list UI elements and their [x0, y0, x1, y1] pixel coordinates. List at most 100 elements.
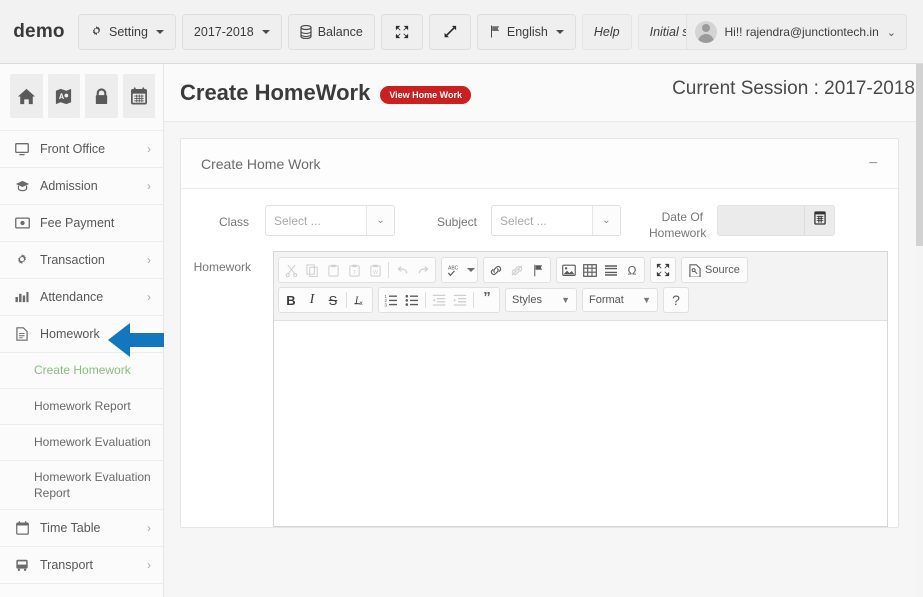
chevron-right-icon: ›: [147, 179, 151, 193]
bulleted-list-icon[interactable]: [402, 290, 422, 310]
panel-collapse-button[interactable]: −: [867, 155, 880, 172]
chevron-down-icon[interactable]: [467, 268, 475, 273]
insert-group: Ω: [556, 257, 645, 284]
homework-label: Homework: [193, 260, 251, 275]
quick-icon-calendar[interactable]: [122, 74, 155, 118]
database-icon: [300, 24, 312, 39]
image-icon[interactable]: [559, 260, 579, 280]
fullscreen-button[interactable]: [428, 13, 471, 50]
sidebar-item-label: Admission: [40, 179, 98, 193]
collapse-sidebar-button[interactable]: [380, 13, 423, 50]
unlink-icon[interactable]: [507, 260, 527, 280]
sidebar-item-transaction[interactable]: Transaction ›: [0, 242, 163, 279]
lock-icon: [93, 87, 110, 106]
editor-help-icon[interactable]: ?: [666, 290, 686, 310]
chevron-down-icon: [555, 29, 564, 34]
sidebar-item-homework[interactable]: Homework: [0, 316, 163, 353]
anchor-icon[interactable]: [528, 260, 548, 280]
svg-text:T: T: [352, 270, 356, 276]
date-picker-button[interactable]: [804, 206, 834, 235]
chevron-down-icon: ⌄: [886, 26, 896, 39]
paste-text-icon[interactable]: T: [344, 260, 364, 280]
remove-format-icon[interactable]: Ix: [350, 290, 370, 310]
source-group: Source: [681, 257, 748, 284]
session-year-button[interactable]: 2017-2018: [181, 13, 282, 50]
help-button[interactable]: Help: [581, 13, 632, 50]
page-header: Create HomeWork View Home Work Current S…: [164, 64, 923, 122]
date-of-homework-field[interactable]: [717, 205, 835, 236]
user-menu[interactable]: Hi!! rajendra@junctiontech.in ⌄: [685, 14, 907, 50]
editor-content-area[interactable]: [274, 321, 887, 527]
page-scrollbar[interactable]: [916, 64, 923, 597]
sidebar-item-transport[interactable]: Transport ›: [0, 547, 163, 585]
sidebar-item-admission[interactable]: Admission ›: [0, 168, 163, 205]
calendar-icon: [813, 211, 826, 230]
svg-text:x: x: [360, 301, 364, 308]
special-char-icon[interactable]: Ω: [622, 260, 642, 280]
numbered-list-icon[interactable]: 123: [381, 290, 401, 310]
quick-icon-home[interactable]: [10, 74, 43, 118]
outdent-icon[interactable]: [429, 290, 449, 310]
paste-icon[interactable]: [323, 260, 343, 280]
sidebar: Front Office › Admission › Fee Payment T…: [0, 64, 164, 597]
cut-icon[interactable]: [281, 260, 301, 280]
view-homework-badge[interactable]: View Home Work: [380, 85, 472, 104]
class-select[interactable]: Select ... ⌄: [265, 205, 395, 236]
subject-select[interactable]: Select ... ⌄: [491, 205, 621, 236]
indent-icon[interactable]: [450, 290, 470, 310]
balance-label: Balance: [317, 24, 363, 39]
sidebar-subitem-homework-evaluation[interactable]: Homework Evaluation: [0, 425, 163, 461]
sidebar-subitem-homework-evaluation-report[interactable]: Homework Evaluation Report: [0, 461, 163, 511]
top-header-bar: demo Setting 2017-2018 Balance English H…: [0, 0, 923, 64]
horizontal-rule-icon[interactable]: [601, 260, 621, 280]
form-row: Class Select ... ⌄ Subject Select ... ⌄ …: [181, 189, 898, 251]
chevron-down-icon: ⌄: [366, 206, 394, 235]
sidebar-subitem-homework-report[interactable]: Homework Report: [0, 389, 163, 425]
setting-button[interactable]: Setting: [78, 13, 176, 50]
toolbar-separator: [473, 292, 474, 309]
redo-icon[interactable]: [413, 260, 433, 280]
sidebar-item-attendance[interactable]: Attendance ›: [0, 279, 163, 316]
table-icon[interactable]: [580, 260, 600, 280]
gear-icon: [90, 25, 103, 38]
clipboard-group: T W: [278, 257, 436, 284]
sidebar-item-label: Transaction: [40, 253, 105, 267]
bold-icon[interactable]: B: [281, 290, 301, 310]
undo-icon[interactable]: [392, 260, 412, 280]
styles-dropdown[interactable]: Styles ▼: [505, 288, 577, 313]
quick-icon-book-map[interactable]: [47, 74, 80, 118]
chevron-down-icon: ▼: [561, 295, 570, 306]
spellcheck-icon[interactable]: ABC: [444, 260, 464, 280]
sidebar-item-fee-payment[interactable]: Fee Payment: [0, 205, 163, 242]
help-label: Help: [593, 24, 620, 39]
sidebar-menu: Front Office › Admission › Fee Payment T…: [0, 130, 163, 585]
language-button[interactable]: English: [476, 13, 576, 50]
spellcheck-group: ABC: [441, 257, 478, 284]
date-field-group: Date Of Homework: [649, 205, 835, 241]
copy-icon[interactable]: [302, 260, 322, 280]
sidebar-item-time-table[interactable]: Time Table ›: [0, 510, 163, 548]
sidebar-subitem-create-homework[interactable]: Create Homework: [0, 353, 163, 389]
source-button[interactable]: Source: [684, 260, 745, 280]
balance-button[interactable]: Balance: [287, 13, 375, 50]
user-greeting: Hi!! rajendra@junctiontech.in: [724, 25, 879, 39]
chevron-right-icon: ›: [147, 558, 151, 573]
chevron-down-icon: [155, 29, 164, 34]
sidebar-subitem-label: Create Homework: [34, 363, 131, 378]
paste-word-icon[interactable]: W: [365, 260, 385, 280]
editor-toolbar-row-2: B I S Ix 123 ” Styles ▼ Format ▼ ?: [278, 287, 883, 314]
sidebar-item-front-office[interactable]: Front Office ›: [0, 131, 163, 168]
strikethrough-icon[interactable]: S: [323, 290, 343, 310]
brand-logo[interactable]: demo: [0, 21, 78, 43]
blockquote-icon[interactable]: ”: [477, 290, 497, 310]
svg-text:3: 3: [384, 302, 387, 307]
italic-icon[interactable]: I: [302, 290, 322, 310]
top-nav-buttons: Setting 2017-2018 Balance English Help I…: [78, 13, 725, 50]
scrollbar-thumb[interactable]: [916, 64, 923, 246]
format-dropdown[interactable]: Format ▼: [582, 288, 658, 313]
maximize-icon[interactable]: [653, 260, 673, 280]
date-input[interactable]: [718, 206, 804, 235]
link-icon[interactable]: [486, 260, 506, 280]
quick-icon-lock[interactable]: [85, 74, 118, 118]
svg-text:I: I: [354, 296, 359, 307]
